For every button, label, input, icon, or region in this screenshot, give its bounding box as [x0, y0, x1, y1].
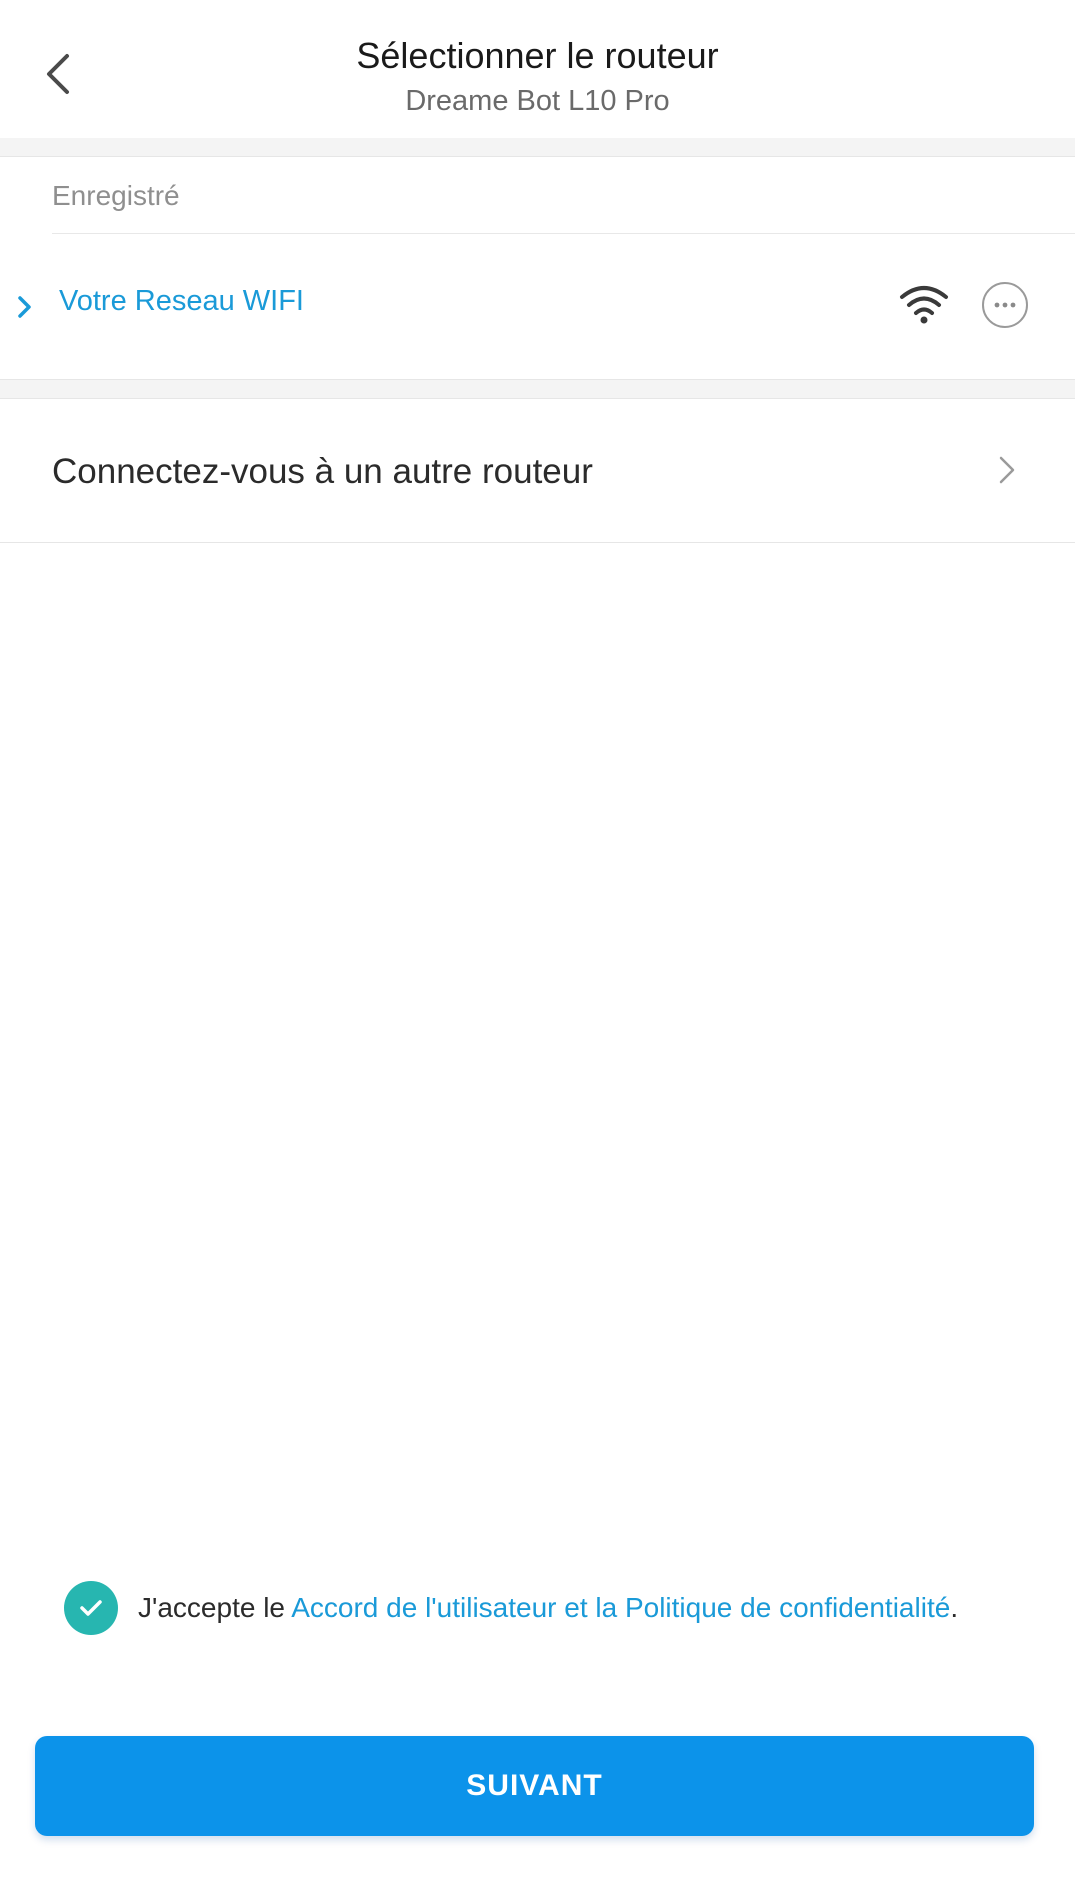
- chevron-right-icon: [999, 456, 1015, 484]
- agreement-link[interactable]: Accord de l'utilisateur et la Politique …: [291, 1592, 950, 1623]
- next-button[interactable]: SUIVANT: [35, 1736, 1034, 1836]
- chevron-right-icon[interactable]: [14, 292, 36, 322]
- connect-other-router-row[interactable]: Connectez-vous à un autre routeur: [0, 398, 1075, 543]
- agreement-prefix: J'accepte le: [138, 1592, 292, 1623]
- header-bar: Sélectionner le routeur Dreame Bot L10 P…: [0, 0, 1075, 138]
- wifi-icon: [900, 286, 948, 324]
- checkmark-icon: [80, 1600, 102, 1616]
- agreement-suffix: .: [950, 1592, 959, 1623]
- saved-network-row[interactable]: Votre Reseau WIFI: [0, 234, 1075, 379]
- agreement-text: J'accepte le Accord de l'utilisateur et …: [138, 1590, 958, 1626]
- agreement: J'accepte le Accord de l'utilisateur et …: [64, 1580, 958, 1636]
- connect-other-router-label: Connectez-vous à un autre routeur: [52, 452, 593, 491]
- more-icon[interactable]: [981, 281, 1029, 329]
- network-name: Votre Reseau WIFI: [59, 285, 304, 317]
- page-title: Sélectionner le routeur: [356, 35, 719, 76]
- agreement-checkbox[interactable]: [64, 1581, 118, 1635]
- device-subtitle: Dreame Bot L10 Pro: [405, 85, 670, 117]
- section-separator: [0, 379, 1075, 399]
- section-separator: [0, 138, 1075, 157]
- saved-section-label: Enregistré: [52, 180, 180, 211]
- next-button-label: SUIVANT: [466, 1769, 603, 1802]
